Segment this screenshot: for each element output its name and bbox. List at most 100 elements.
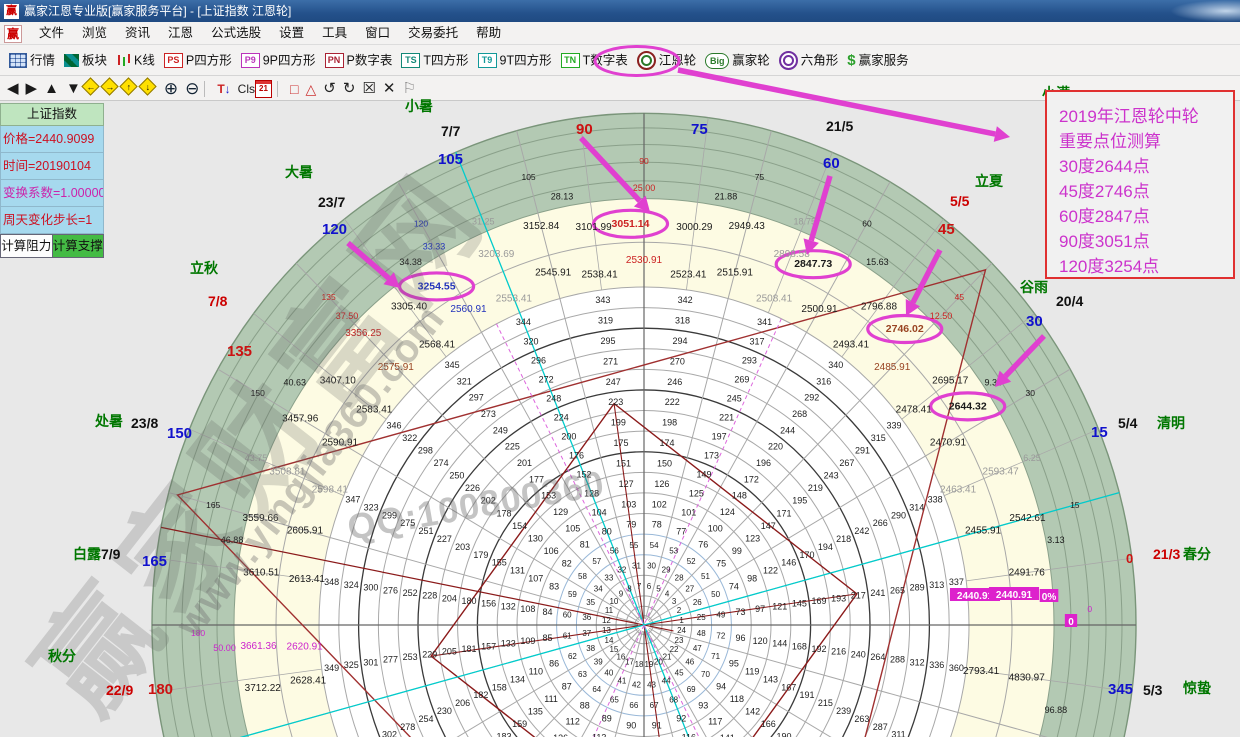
spiral-number: 252: [403, 588, 418, 598]
menu-交易委托[interactable]: 交易委托: [399, 22, 467, 44]
toolbar-separator: [277, 81, 278, 97]
toolbar-item-P数字表[interactable]: PNP数字表: [325, 45, 393, 76]
flag-icon[interactable]: ⚐: [402, 77, 415, 101]
grid-minor-spoke: [254, 314, 386, 420]
diamond-up-icon[interactable]: ↑: [119, 77, 137, 95]
spiral-number: 57: [592, 557, 601, 566]
menu-公式选股[interactable]: 公式选股: [202, 22, 270, 44]
ring-value: 43.75: [245, 453, 268, 463]
spiral-number: 24: [677, 626, 686, 635]
cross-arrows-icon[interactable]: ✕: [383, 77, 396, 101]
spiral-number: 34: [594, 584, 603, 593]
cls-button[interactable]: Cls: [238, 77, 255, 101]
toolbar-item-T数字表[interactable]: TNT数字表: [561, 45, 628, 76]
menu-工具[interactable]: 工具: [313, 22, 356, 44]
spiral-number: 149: [696, 469, 711, 479]
spiral-number: 278: [400, 722, 415, 732]
triangle-tool-icon[interactable]: △: [305, 77, 316, 101]
spiral-number: 6: [647, 582, 652, 591]
spiral-number: 135: [528, 707, 543, 717]
spiral-number: 44: [662, 676, 671, 685]
toolbar-item-P四方形[interactable]: PSP四方形: [164, 45, 232, 76]
wheel-outer-label: 秋分: [48, 648, 76, 664]
spiral-number: 61: [563, 632, 572, 641]
menu-设置[interactable]: 设置: [270, 22, 313, 44]
down-arrow-icon[interactable]: ▼: [66, 77, 81, 101]
up-arrow-icon[interactable]: ▲: [44, 77, 59, 101]
toolbar-item-行情[interactable]: 行情: [9, 45, 55, 76]
grid-spoke: [517, 631, 643, 737]
ring-value: 75: [755, 172, 765, 182]
boxed-x-icon[interactable]: ☒: [362, 77, 375, 101]
annotation-line: 120度3254点: [1059, 254, 1233, 279]
spiral-number: 313: [929, 580, 944, 590]
spiral-number: 179: [473, 550, 488, 560]
diamond-down-icon[interactable]: ↓: [138, 77, 156, 95]
rotate-ccw-icon[interactable]: ↺: [323, 77, 336, 101]
window-controls-area[interactable]: [1170, 0, 1240, 22]
wheel-outer-label: 120: [322, 221, 347, 238]
ring-value: 2530.91: [626, 255, 663, 266]
spiral-number: 171: [777, 508, 792, 518]
grid-circle: [458, 431, 831, 737]
prev-arrow-icon[interactable]: ◀: [7, 77, 19, 101]
ring-value: 6.25: [1023, 453, 1041, 463]
spiral-number: 28: [675, 573, 684, 582]
ring-value: 150: [251, 388, 265, 398]
annotation-line: 60度2847点: [1059, 204, 1233, 229]
toolbar-item-9P四方形[interactable]: P99P四方形: [241, 45, 316, 76]
spiral-number: 312: [910, 657, 925, 667]
toolbar-item-9T四方形[interactable]: T99T四方形: [478, 45, 552, 76]
t-down-icon[interactable]: T↓: [217, 77, 230, 101]
toolbar-item-六角形[interactable]: 六角形: [779, 45, 839, 76]
zoom-in-icon[interactable]: ⊕: [164, 77, 178, 101]
menu-江恩[interactable]: 江恩: [159, 22, 202, 44]
rotate-cw-icon[interactable]: ↻: [343, 77, 356, 101]
grid-spoke: [296, 263, 640, 620]
menu-浏览[interactable]: 浏览: [73, 22, 116, 44]
menu-资讯[interactable]: 资讯: [116, 22, 159, 44]
toolbar-item-江恩轮[interactable]: 江恩轮: [637, 45, 697, 76]
toolbar-item-赢家轮[interactable]: Big赢家轮: [705, 45, 770, 76]
diamond-right-icon[interactable]: →: [100, 77, 118, 95]
button-计算支撑[interactable]: 计算支撑: [53, 234, 105, 258]
spiral-number: 92: [676, 713, 686, 723]
white-band: [319, 287, 969, 737]
spiral-number: 265: [890, 585, 905, 595]
spiral-number: 315: [871, 433, 886, 443]
calendar-icon[interactable]: 21: [255, 80, 272, 98]
spiral-number: 142: [745, 707, 760, 717]
toolbar-item-T四方形[interactable]: TST四方形: [401, 45, 468, 76]
callout-arrow-head: [634, 196, 650, 212]
wheel-outer-label: 5/5: [950, 193, 970, 209]
toolbar-label: 板块: [82, 54, 107, 68]
rect-tool-icon[interactable]: □: [290, 77, 298, 101]
wheel-outer-label: 立夏: [975, 173, 1004, 189]
menu-窗口[interactable]: 窗口: [356, 22, 399, 44]
spiral-number: 18: [635, 660, 644, 669]
diamond-left-icon[interactable]: ←: [81, 77, 99, 95]
grid-minor-spoke: [344, 219, 446, 357]
spiral-number: 56: [610, 547, 619, 556]
menu-文件[interactable]: 文件: [30, 22, 73, 44]
ring-value: 3152.84: [523, 221, 560, 232]
spiral-number: 99: [732, 546, 742, 556]
ring-value: 2644.32: [949, 400, 987, 412]
spiral-number: 72: [716, 632, 725, 641]
toolbar-item-K线[interactable]: K线: [116, 45, 155, 76]
ring-value: 21.88: [715, 192, 738, 202]
toolbar-item-板块[interactable]: 板块: [64, 45, 107, 76]
zoom-out-icon[interactable]: ⊖: [185, 77, 199, 101]
toolbar-item-赢家服务[interactable]: $赢家服务: [847, 45, 908, 76]
spiral-number: 49: [716, 610, 725, 619]
button-计算阻力[interactable]: 计算阻力: [0, 234, 53, 258]
wheel-element: [626, 606, 662, 643]
wheel-outer-label: 7/9: [101, 546, 121, 562]
ring-value: 2605.91: [287, 526, 324, 537]
next-arrow-icon[interactable]: ▶: [26, 77, 38, 101]
ring-value: 2796.88: [861, 302, 898, 313]
spiral-number: 67: [650, 701, 659, 710]
grid-spoke: [649, 369, 1070, 622]
menu-帮助[interactable]: 帮助: [467, 22, 510, 44]
spiral-number: 319: [598, 316, 613, 326]
